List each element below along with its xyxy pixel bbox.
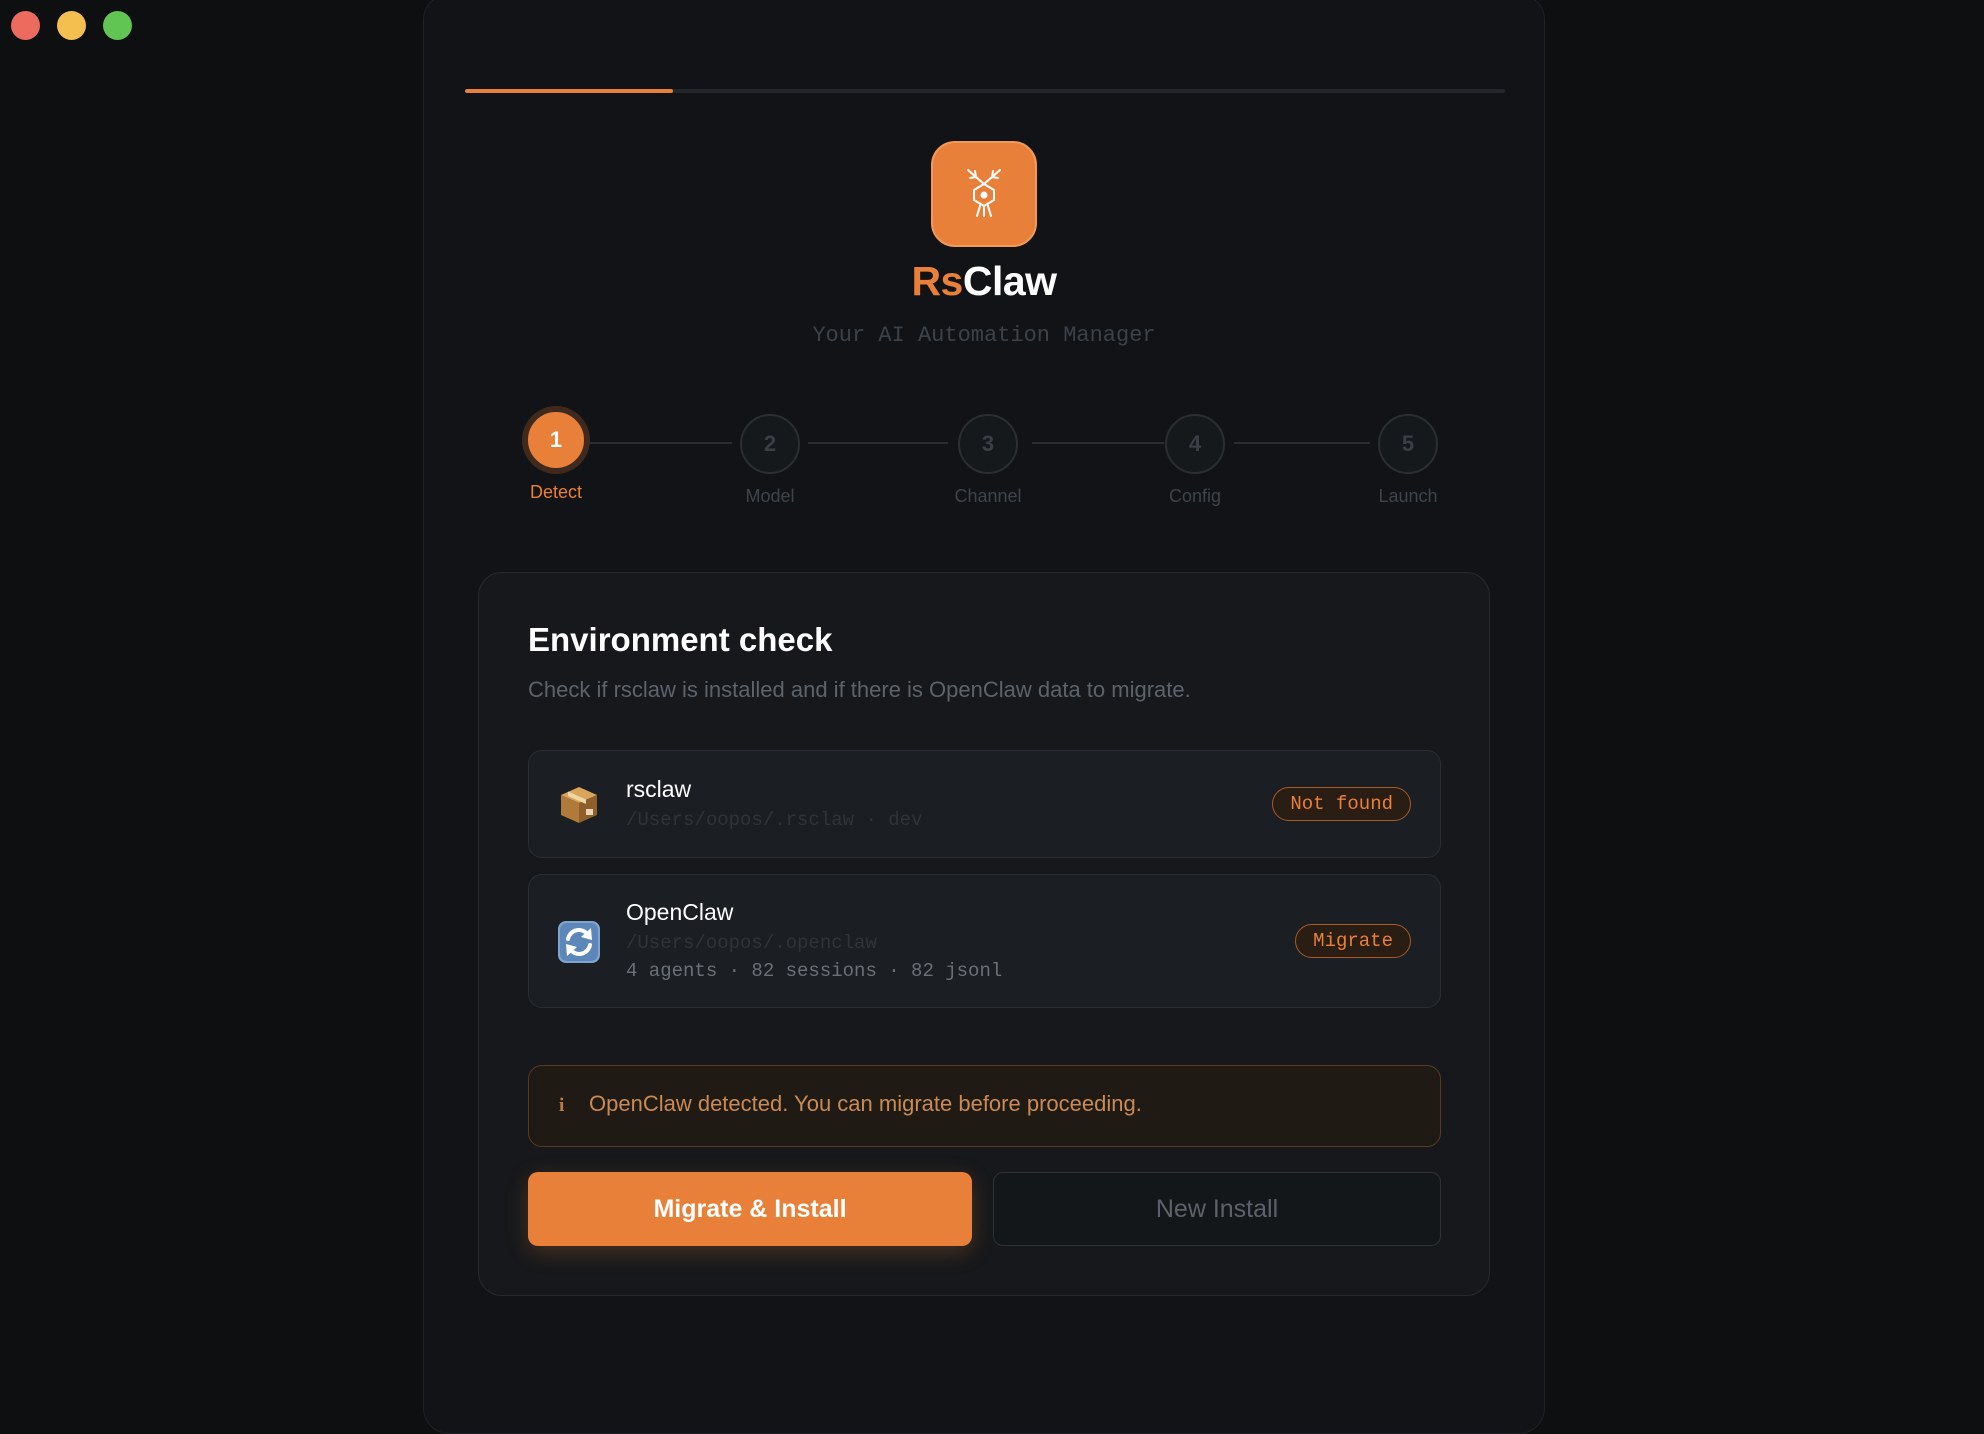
- env-item-stats: 4 agents · 82 sessions · 82 jsonl: [626, 960, 1003, 982]
- card-title: Environment check: [528, 621, 833, 658]
- env-item-path: /Users/oopos/.rsclaw · dev: [626, 809, 923, 831]
- new-install-button[interactable]: New Install: [993, 1172, 1441, 1246]
- setup-progress-fill: [465, 89, 673, 93]
- step-number: 4: [1165, 414, 1225, 474]
- status-badge: Not found: [1272, 787, 1411, 821]
- setup-progress-bar: [465, 89, 1505, 93]
- migrate-install-button[interactable]: Migrate & Install: [528, 1172, 972, 1246]
- antler-logo-icon: [967, 169, 1001, 217]
- card-description: Check if rsclaw is installed and if ther…: [528, 677, 1191, 702]
- step-number: 1: [528, 412, 584, 468]
- step-number: 2: [740, 414, 800, 474]
- step-label: Channel: [954, 486, 1022, 506]
- env-item-openclaw: OpenClaw /Users/oopos/.openclaw 4 agents…: [528, 874, 1441, 1008]
- setup-stepper: 1 Detect 2 Model 3 Channel 4 Config 5 La…: [0, 412, 1984, 512]
- app-name-rest: Claw: [962, 258, 1057, 304]
- maximize-window-button[interactable]: [103, 11, 132, 40]
- env-item-name: rsclaw: [626, 776, 692, 802]
- app-name: RsClaw: [0, 258, 1968, 305]
- window-controls: [11, 11, 132, 40]
- step-label: Config: [1168, 486, 1222, 506]
- step-channel[interactable]: 3 Channel: [918, 414, 1058, 507]
- step-label: Model: [745, 486, 795, 506]
- step-config[interactable]: 4 Config: [1125, 414, 1265, 507]
- migration-notice: i OpenClaw detected. You can migrate bef…: [528, 1065, 1441, 1147]
- package-icon: [561, 787, 597, 823]
- app-logo: [931, 141, 1037, 247]
- step-number: 3: [958, 414, 1018, 474]
- step-detect[interactable]: 1 Detect: [486, 412, 626, 503]
- env-item-name: OpenClaw: [626, 899, 734, 925]
- app-tagline: Your AI Automation Manager: [812, 323, 1156, 348]
- env-item-rsclaw: rsclaw /Users/oopos/.rsclaw · dev Not fo…: [528, 750, 1441, 858]
- environment-check-card: Environment check Check if rsclaw is ins…: [478, 572, 1490, 1296]
- close-window-button[interactable]: [11, 11, 40, 40]
- info-icon: i: [559, 1095, 565, 1116]
- migrate-badge[interactable]: Migrate: [1295, 924, 1411, 958]
- step-number: 5: [1378, 414, 1438, 474]
- minimize-window-button[interactable]: [57, 11, 86, 40]
- step-label: Detect: [529, 482, 583, 502]
- notice-text: OpenClaw detected. You can migrate befor…: [589, 1091, 1142, 1116]
- step-label: Launch: [1378, 486, 1438, 506]
- step-launch[interactable]: 5 Launch: [1338, 414, 1478, 507]
- step-model[interactable]: 2 Model: [700, 414, 840, 507]
- sync-icon: [558, 921, 600, 963]
- app-name-accent: Rs: [911, 258, 963, 304]
- env-item-path: /Users/oopos/.openclaw: [626, 932, 877, 954]
